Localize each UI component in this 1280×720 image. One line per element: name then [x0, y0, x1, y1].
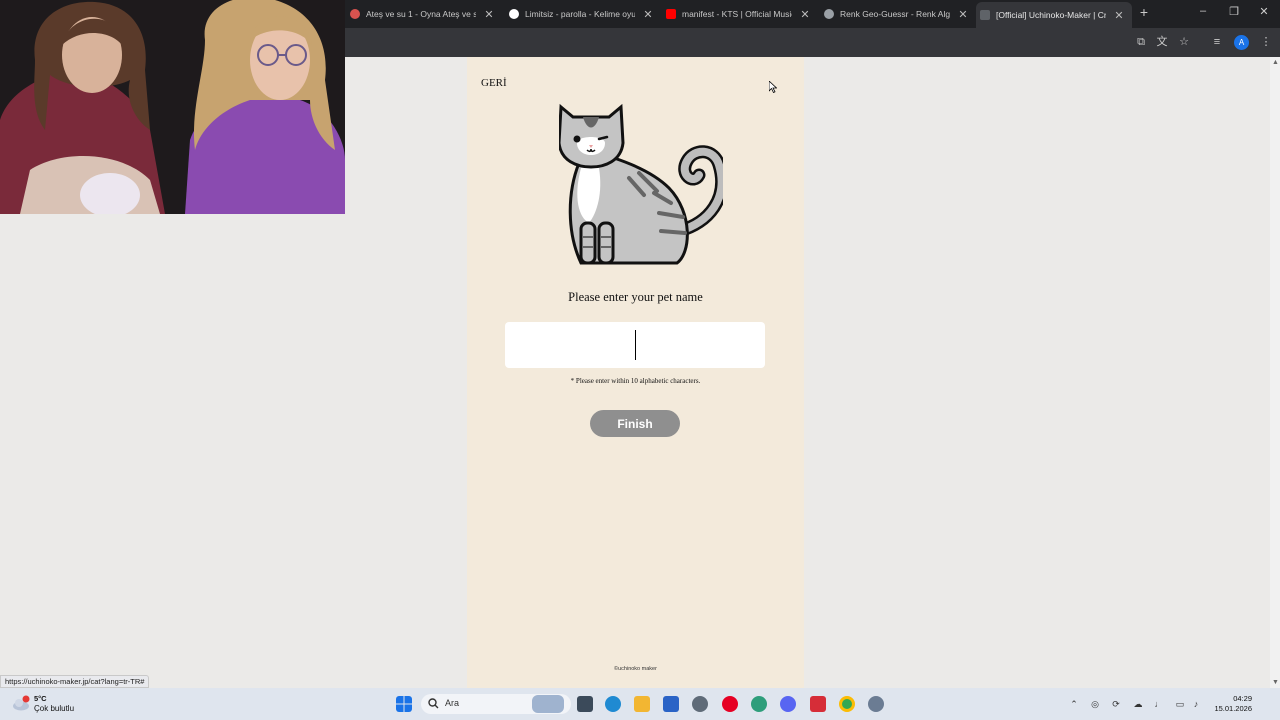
text-caret [635, 330, 636, 360]
profile-avatar[interactable]: A [1234, 35, 1249, 50]
search-icon [428, 698, 439, 709]
edge-browser-icon[interactable] [605, 696, 621, 712]
app-icon[interactable] [751, 696, 767, 712]
restore-icon[interactable]: ❐ [1227, 5, 1241, 18]
page-scrollbar[interactable]: ▲ ▼ [1270, 57, 1280, 688]
more-menu-icon[interactable]: ⋮ [1259, 35, 1273, 49]
microsoft-store-icon[interactable] [663, 696, 679, 712]
minimize-icon[interactable]: – [1196, 5, 1210, 17]
task-view-icon[interactable] [577, 696, 593, 712]
discord-icon[interactable] [780, 696, 796, 712]
tab-favicon [509, 9, 519, 19]
tab-manifest-video[interactable]: manifest - KTS | Official Music Video ✕ [662, 4, 810, 24]
pet-name-panel: GERİ Please enter your pet name * Please… [467, 57, 804, 688]
app-icon[interactable] [810, 696, 826, 712]
tab-favicon [980, 10, 990, 20]
close-icon[interactable]: ✕ [1114, 9, 1124, 22]
close-icon[interactable]: ✕ [958, 8, 968, 21]
weather-description[interactable]: Çok bulutlu [34, 704, 74, 713]
tab-parolla[interactable]: Limitsiz - parolla - Kelime oyunu ✕ [505, 4, 653, 24]
pet-name-prompt: Please enter your pet name [568, 290, 703, 304]
input-hint: * Please enter within 10 alphabetic char… [570, 377, 701, 385]
install-app-icon[interactable]: ⧉ [1134, 35, 1148, 49]
screen: Ateş ve su 1 - Oyna Ateş ve su ✕ Limitsi… [0, 0, 1280, 720]
clock-time[interactable]: 04:29 [1212, 694, 1252, 703]
finish-button[interactable]: Finish [590, 410, 680, 437]
settings-gear-icon[interactable] [868, 696, 884, 712]
window-close-icon[interactable]: ✕ [1257, 5, 1271, 18]
search-highlight-icon [532, 695, 564, 713]
close-icon[interactable]: ✕ [800, 8, 810, 21]
copyright-text: ©uchinoko maker [614, 666, 657, 672]
tab-title: Renk Geo-Guessr - Renk Algılama [840, 9, 950, 19]
close-icon[interactable]: ✕ [484, 8, 494, 21]
weather-temperature[interactable]: 5°C [34, 694, 47, 703]
reading-list-icon[interactable]: ≡ [1210, 35, 1224, 49]
back-link[interactable]: GERİ [481, 77, 507, 89]
tab-ates-ve-su[interactable]: Ateş ve su 1 - Oyna Ateş ve su ✕ [346, 4, 494, 24]
scroll-up-icon[interactable]: ▲ [1272, 59, 1279, 66]
pinterest-icon[interactable] [722, 696, 738, 712]
chevron-up-icon[interactable]: ⌃ [1068, 698, 1080, 710]
microphone-icon[interactable]: ♩ [1153, 698, 1165, 710]
tab-renk-geo-guessr[interactable]: Renk Geo-Guessr - Renk Algılama ✕ [820, 4, 968, 24]
status-url-bar: https://uchinoko-maker.jp/cat?lang=tr-TR… [0, 675, 150, 688]
tab-favicon [350, 9, 360, 19]
youtube-icon [666, 9, 676, 19]
volume-icon[interactable]: ♪ [1190, 698, 1202, 710]
app-icon[interactable] [692, 696, 708, 712]
clock-date[interactable]: 15.01.2026 [1212, 704, 1252, 713]
chrome-icon[interactable] [839, 696, 855, 712]
sync-icon[interactable]: ⟳ [1110, 698, 1122, 710]
tab-title: manifest - KTS | Official Music Video [682, 9, 792, 19]
tab-title: [Official] Uchinoko-Maker | Create [996, 10, 1106, 20]
windows-start-icon[interactable] [396, 696, 412, 712]
network-icon[interactable]: ▭ [1174, 698, 1186, 710]
globe-icon [824, 9, 834, 19]
scroll-down-icon[interactable]: ▼ [1272, 679, 1279, 686]
file-explorer-icon[interactable] [634, 696, 650, 712]
cloud-weather-icon[interactable] [12, 695, 30, 711]
tab-uchinoko-maker[interactable]: [Official] Uchinoko-Maker | Create ✕ [976, 2, 1132, 28]
tab-title: Limitsiz - parolla - Kelime oyunu [525, 9, 635, 19]
translate-icon[interactable]: 文 [1155, 35, 1169, 49]
new-tab-button[interactable]: + [1137, 4, 1151, 20]
close-icon[interactable]: ✕ [643, 8, 653, 21]
mouse-cursor-icon [769, 81, 777, 93]
onedrive-cloud-icon[interactable]: ☁ [1132, 698, 1144, 710]
cat-illustration [559, 103, 723, 265]
tab-title: Ateş ve su 1 - Oyna Ateş ve su [366, 9, 476, 19]
tray-app-icon[interactable]: ◎ [1089, 698, 1101, 710]
webcam-overlay [0, 0, 345, 214]
taskbar-search-label: Ara [445, 698, 460, 708]
bookmark-star-icon[interactable]: ☆ [1177, 35, 1191, 49]
